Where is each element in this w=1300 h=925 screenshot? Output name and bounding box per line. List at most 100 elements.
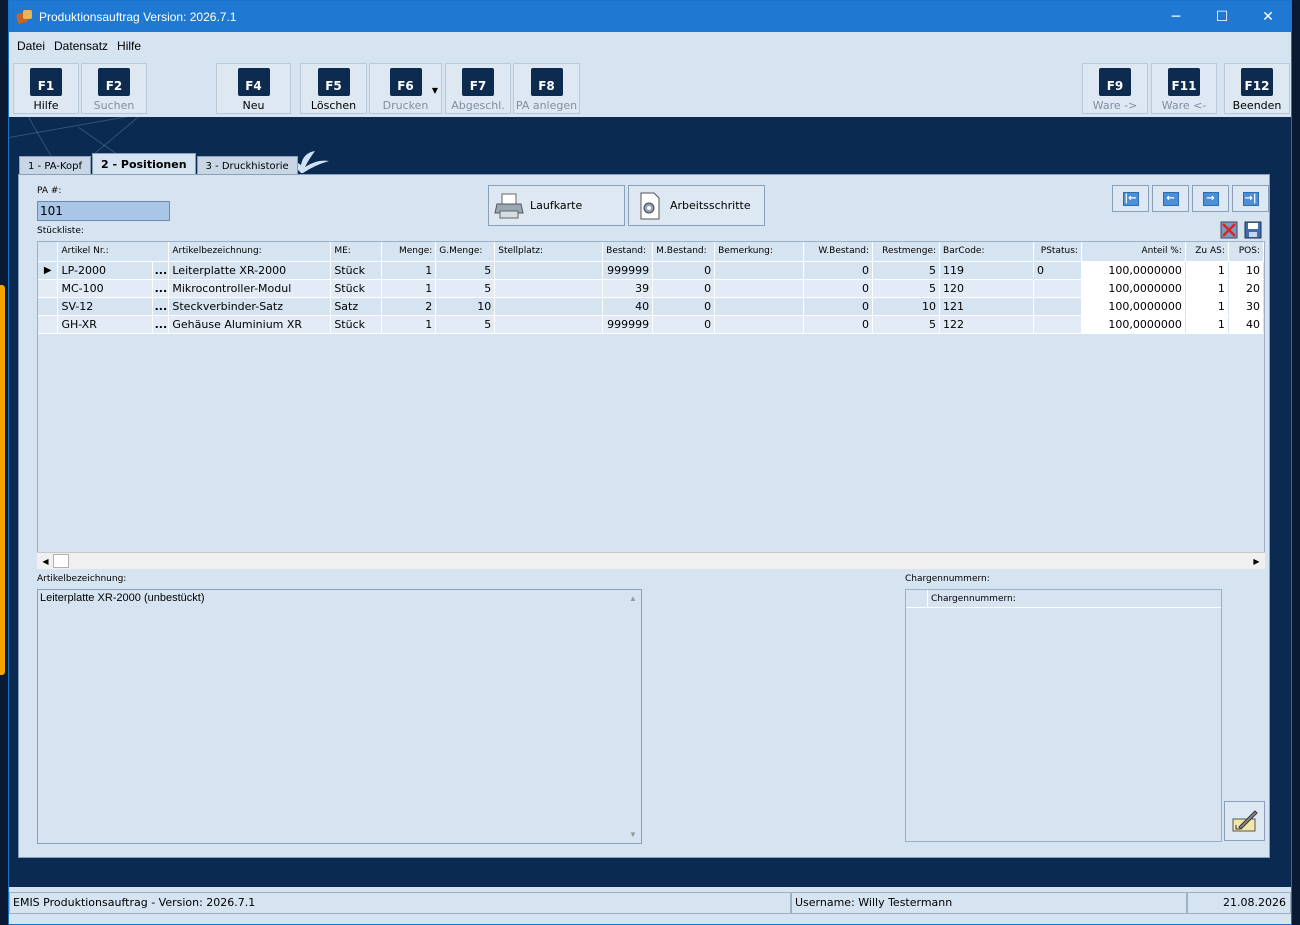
cell-anteil[interactable]: 100,0000000: [1081, 261, 1186, 280]
tab-druckhistorie[interactable]: 3 - Druckhistorie: [196, 156, 298, 175]
cell-artikel-nr[interactable]: LP-2000: [57, 261, 154, 280]
col-header-me[interactable]: ME:: [330, 242, 383, 262]
cell-g-menge[interactable]: 5: [435, 315, 496, 334]
cell-m-bestand[interactable]: 0: [652, 297, 716, 316]
col-header-zu-as[interactable]: Zu AS:: [1185, 242, 1229, 262]
cell-w-bestand[interactable]: 0: [803, 261, 874, 280]
scroll-right-icon[interactable]: ▶: [1249, 554, 1264, 568]
cell-pstatus[interactable]: [1033, 297, 1082, 316]
table-row[interactable]: MC-100 ... Mikrocontroller-Modul Stück 1…: [38, 279, 1264, 298]
cell-menge[interactable]: 1: [381, 261, 437, 280]
cell-me[interactable]: Satz: [330, 297, 383, 316]
cell-artikel-nr[interactable]: MC-100: [57, 279, 154, 298]
cell-w-bestand[interactable]: 0: [803, 297, 874, 316]
f11-goods-in-button[interactable]: F11 Ware <-: [1151, 63, 1217, 114]
f2-search-button[interactable]: F2 Suchen: [81, 63, 147, 114]
col-header-bemerkung[interactable]: Bemerkung:: [714, 242, 805, 262]
minimize-button[interactable]: ─: [1153, 1, 1199, 32]
dropdown-arrow-icon[interactable]: ▼: [432, 86, 438, 95]
cell-menge[interactable]: 2: [381, 297, 437, 316]
cell-w-bestand[interactable]: 0: [803, 279, 874, 298]
col-header-barcode[interactable]: BarCode:: [939, 242, 1034, 262]
scroll-down-icon[interactable]: ▼: [629, 830, 637, 839]
cell-me[interactable]: Stück: [330, 279, 383, 298]
cell-me[interactable]: Stück: [330, 315, 383, 334]
table-row[interactable]: SV-12 ... Steckverbinder-Satz Satz 2 10 …: [38, 297, 1264, 316]
cell-bestand[interactable]: 40: [602, 297, 654, 316]
cell-m-bestand[interactable]: 0: [652, 261, 716, 280]
cell-pos[interactable]: 40: [1228, 315, 1264, 334]
table-row[interactable]: ▶ LP-2000 ... Leiterplatte XR-2000 Stück…: [38, 261, 1264, 280]
cell-artikel-nr[interactable]: SV-12: [57, 297, 154, 316]
cell-menge[interactable]: 1: [381, 279, 437, 298]
cell-pstatus[interactable]: [1033, 315, 1082, 334]
cell-restmenge[interactable]: 5: [872, 261, 941, 280]
f6-print-button[interactable]: F6 Drucken ▼: [369, 63, 442, 114]
col-header-menge[interactable]: Menge:: [381, 242, 437, 262]
cell-bestand[interactable]: 39: [602, 279, 654, 298]
menu-datensatz[interactable]: Datensatz: [54, 39, 108, 53]
col-header-bezeichnung[interactable]: Artikelbezeichnung:: [168, 242, 332, 262]
f8-create-pa-button[interactable]: F8 PA anlegen: [513, 63, 580, 114]
cell-pstatus[interactable]: 0: [1033, 261, 1082, 280]
cell-bemerkung[interactable]: [714, 261, 805, 280]
cell-me[interactable]: Stück: [330, 261, 383, 280]
col-header-bestand[interactable]: Bestand:: [602, 242, 654, 262]
table-row[interactable]: GH-XR ... Gehäuse Aluminium XR Stück 1 5…: [38, 315, 1264, 334]
chargen-column-header[interactable]: Chargennummern:: [928, 590, 1016, 607]
cell-stellplatz[interactable]: [494, 315, 604, 334]
last-record-button[interactable]: →|: [1232, 185, 1269, 212]
cell-pstatus[interactable]: [1033, 279, 1082, 298]
cell-anteil[interactable]: 100,0000000: [1081, 315, 1186, 334]
close-button[interactable]: ✕: [1245, 1, 1291, 32]
f5-delete-button[interactable]: F5 Löschen: [300, 63, 367, 114]
scroll-up-icon[interactable]: ▲: [629, 594, 637, 603]
col-header-pstatus[interactable]: PStatus:: [1033, 242, 1082, 262]
f7-closed-button[interactable]: F7 Abgeschl.: [445, 63, 511, 114]
maximize-button[interactable]: ☐: [1199, 1, 1245, 32]
cell-barcode[interactable]: 122: [939, 315, 1034, 334]
pa-number-field[interactable]: 101: [37, 201, 170, 221]
row-lookup-button[interactable]: ...: [152, 297, 170, 316]
cell-bestand[interactable]: 999999: [602, 261, 654, 280]
arbeitsschritte-button[interactable]: Arbeitsschritte: [628, 185, 765, 226]
cell-restmenge[interactable]: 5: [872, 315, 941, 334]
edit-note-button[interactable]: [1224, 801, 1265, 841]
cell-barcode[interactable]: 121: [939, 297, 1034, 316]
cell-bestand[interactable]: 999999: [602, 315, 654, 334]
next-record-button[interactable]: →: [1192, 185, 1229, 212]
col-header-anteil[interactable]: Anteil %:: [1081, 242, 1186, 262]
tab-pa-kopf[interactable]: 1 - PA-Kopf: [19, 156, 91, 175]
cell-zu-as[interactable]: 1: [1185, 261, 1229, 280]
cell-bezeichnung[interactable]: Leiterplatte XR-2000: [168, 261, 332, 280]
artikelbezeichnung-memo[interactable]: Leiterplatte XR-2000 (unbestückt) ▲ ▼: [37, 589, 642, 844]
scroll-thumb[interactable]: [53, 554, 69, 568]
cell-w-bestand[interactable]: 0: [803, 315, 874, 334]
scroll-left-icon[interactable]: ◀: [38, 554, 53, 568]
cell-bemerkung[interactable]: [714, 315, 805, 334]
cell-g-menge[interactable]: 5: [435, 279, 496, 298]
cell-bemerkung[interactable]: [714, 297, 805, 316]
col-header-stellplatz[interactable]: Stellplatz:: [494, 242, 604, 262]
cell-pos[interactable]: 10: [1228, 261, 1264, 280]
cell-bezeichnung[interactable]: Mikrocontroller-Modul: [168, 279, 332, 298]
cell-m-bestand[interactable]: 0: [652, 315, 716, 334]
cell-stellplatz[interactable]: [494, 279, 604, 298]
horizontal-scrollbar[interactable]: ◀ ▶: [37, 552, 1265, 569]
delete-row-icon[interactable]: [1220, 221, 1238, 239]
row-lookup-button[interactable]: ...: [152, 315, 170, 334]
cell-pos[interactable]: 30: [1228, 297, 1264, 316]
prev-record-button[interactable]: ←: [1152, 185, 1189, 212]
f9-goods-out-button[interactable]: F9 Ware ->: [1082, 63, 1148, 114]
cell-restmenge[interactable]: 5: [872, 279, 941, 298]
memo-scrollbar[interactable]: ▲ ▼: [625, 590, 641, 843]
cell-restmenge[interactable]: 10: [872, 297, 941, 316]
cell-artikel-nr[interactable]: GH-XR: [57, 315, 154, 334]
cell-stellplatz[interactable]: [494, 261, 604, 280]
first-record-button[interactable]: |←: [1112, 185, 1149, 212]
col-header-artikel-nr[interactable]: Artikel Nr.:: [57, 242, 170, 262]
cell-zu-as[interactable]: 1: [1185, 279, 1229, 298]
cell-bezeichnung[interactable]: Gehäuse Aluminium XR: [168, 315, 332, 334]
menu-hilfe[interactable]: Hilfe: [117, 39, 141, 53]
cell-zu-as[interactable]: 1: [1185, 297, 1229, 316]
